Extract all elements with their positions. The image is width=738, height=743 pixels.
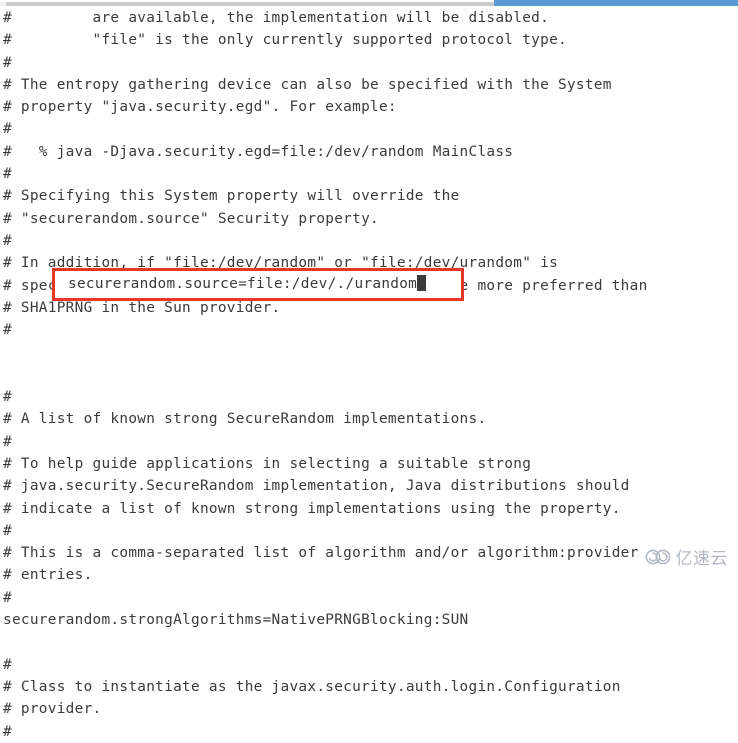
code-line[interactable]: # A list of known strong SecureRandom im…	[0, 408, 738, 430]
code-line[interactable]: # % java -Djava.security.egd=file:/dev/r…	[0, 141, 738, 163]
code-line[interactable]: securerandom.strongAlgorithms=NativePRNG…	[0, 609, 738, 631]
code-line[interactable]: # provider.	[0, 698, 738, 720]
code-line[interactable]: #	[0, 163, 738, 185]
code-line[interactable]: #	[0, 654, 738, 676]
code-line[interactable]	[0, 364, 738, 386]
code-line[interactable]: #	[0, 319, 738, 341]
text-cursor	[417, 275, 426, 291]
code-line[interactable]: # property "java.security.egd". For exam…	[0, 96, 738, 118]
code-line[interactable]: #	[0, 587, 738, 609]
code-line[interactable]: #	[0, 118, 738, 140]
code-line[interactable]: # To help guide applications in selectin…	[0, 453, 738, 475]
code-line[interactable]: #	[0, 52, 738, 74]
code-line[interactable]: # entries.	[0, 564, 738, 586]
highlighted-property-text: securerandom.source=file:/dev/./urandom	[68, 276, 417, 292]
code-line[interactable]: #	[0, 520, 738, 542]
code-line[interactable]	[0, 341, 738, 363]
code-line[interactable]: #	[0, 431, 738, 453]
code-line[interactable]	[0, 631, 738, 653]
code-line[interactable]: #	[0, 386, 738, 408]
code-line[interactable]: # Class to instantiate as the javax.secu…	[0, 676, 738, 698]
code-line[interactable]: # java.security.SecureRandom implementat…	[0, 475, 738, 497]
code-line[interactable]: # Specifying this System property will o…	[0, 185, 738, 207]
scrollbar-thumb[interactable]	[6, 2, 494, 6]
code-line[interactable]: # The entropy gathering device can also …	[0, 74, 738, 96]
code-line[interactable]: # This is a comma-separated list of algo…	[0, 542, 738, 564]
code-line[interactable]: # "securerandom.source" Security propert…	[0, 208, 738, 230]
highlighted-property-line[interactable]: securerandom.source=file:/dev/./urandom	[68, 268, 426, 301]
scrollbar-accent-segment[interactable]	[494, 0, 738, 6]
code-line[interactable]: #	[0, 721, 738, 743]
code-line[interactable]: # are available, the implementation will…	[0, 7, 738, 29]
code-line[interactable]: # indicate a list of known strong implem…	[0, 498, 738, 520]
code-line[interactable]: #	[0, 230, 738, 252]
horizontal-scrollbar[interactable]	[0, 0, 738, 7]
code-line[interactable]: # "file" is the only currently supported…	[0, 29, 738, 51]
